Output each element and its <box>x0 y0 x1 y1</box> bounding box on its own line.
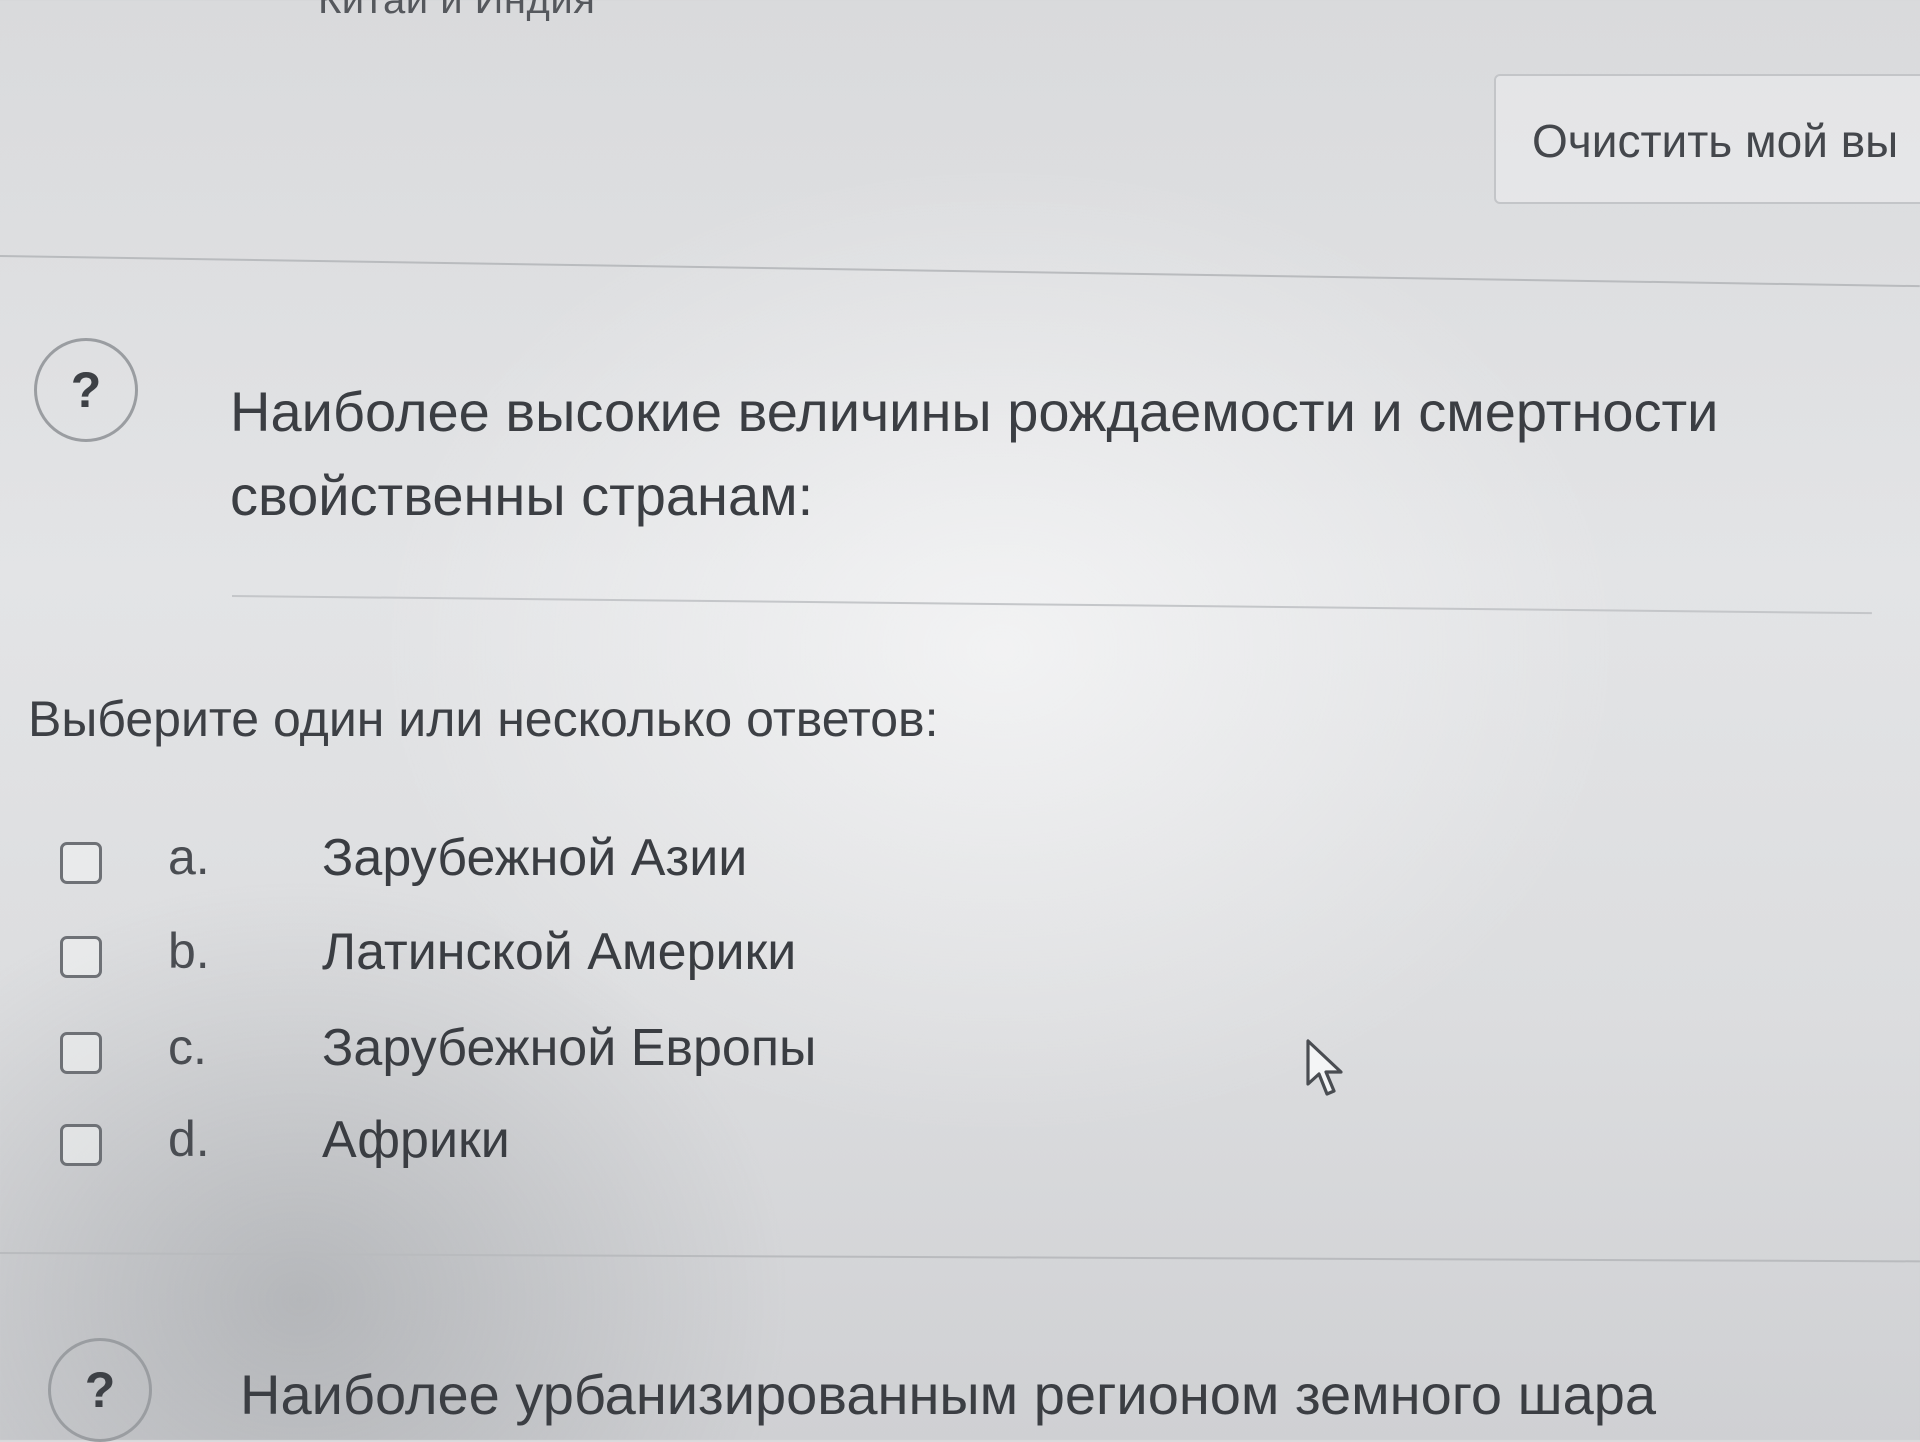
option-d-letter: d. <box>168 1111 210 1167</box>
option-a-label[interactable]: Зарубежной Азии <box>322 828 747 888</box>
option-a[interactable]: a. Зарубежной Азии <box>60 828 960 898</box>
question-text-divider <box>231 595 1872 615</box>
option-a-letter: a. <box>168 829 210 885</box>
option-c-letter: c. <box>168 1019 207 1075</box>
option-b-checkbox[interactable] <box>60 936 102 978</box>
option-c-checkbox[interactable] <box>60 1032 102 1074</box>
clear-answer-label: Очистить мой вы <box>1532 115 1899 167</box>
answer-instruction: Выберите один или несколько ответов: <box>28 691 939 747</box>
next-question-divider <box>0 1252 1920 1263</box>
next-question-text: Наиболее урбанизированным регионом земно… <box>240 1363 1656 1426</box>
option-b-label[interactable]: Латинской Америки <box>322 922 796 982</box>
option-d[interactable]: d. Африки <box>60 1110 960 1180</box>
clear-answer-button[interactable]: Очистить мой вы <box>1494 74 1920 204</box>
option-d-checkbox[interactable] <box>60 1124 102 1166</box>
question-badge: ? <box>34 338 138 442</box>
question-text: Наиболее высокие величины рождаемости и … <box>230 380 1719 527</box>
option-c[interactable]: c. Зарубежной Европы <box>60 1018 960 1088</box>
question-mark-icon: ? <box>70 362 102 418</box>
previous-answer-text: Китай и Индия <box>318 0 596 22</box>
option-a-checkbox[interactable] <box>60 842 102 884</box>
option-d-label[interactable]: Африки <box>322 1110 510 1170</box>
mouse-pointer-icon <box>1306 1039 1343 1096</box>
option-c-label[interactable]: Зарубежной Европы <box>322 1018 816 1078</box>
question-divider <box>0 255 1920 288</box>
option-b-letter: b. <box>168 923 210 979</box>
option-b[interactable]: b. Латинской Америки <box>60 922 960 992</box>
question-mark-icon: ? <box>84 1362 116 1418</box>
next-question-badge: ? <box>48 1338 152 1442</box>
